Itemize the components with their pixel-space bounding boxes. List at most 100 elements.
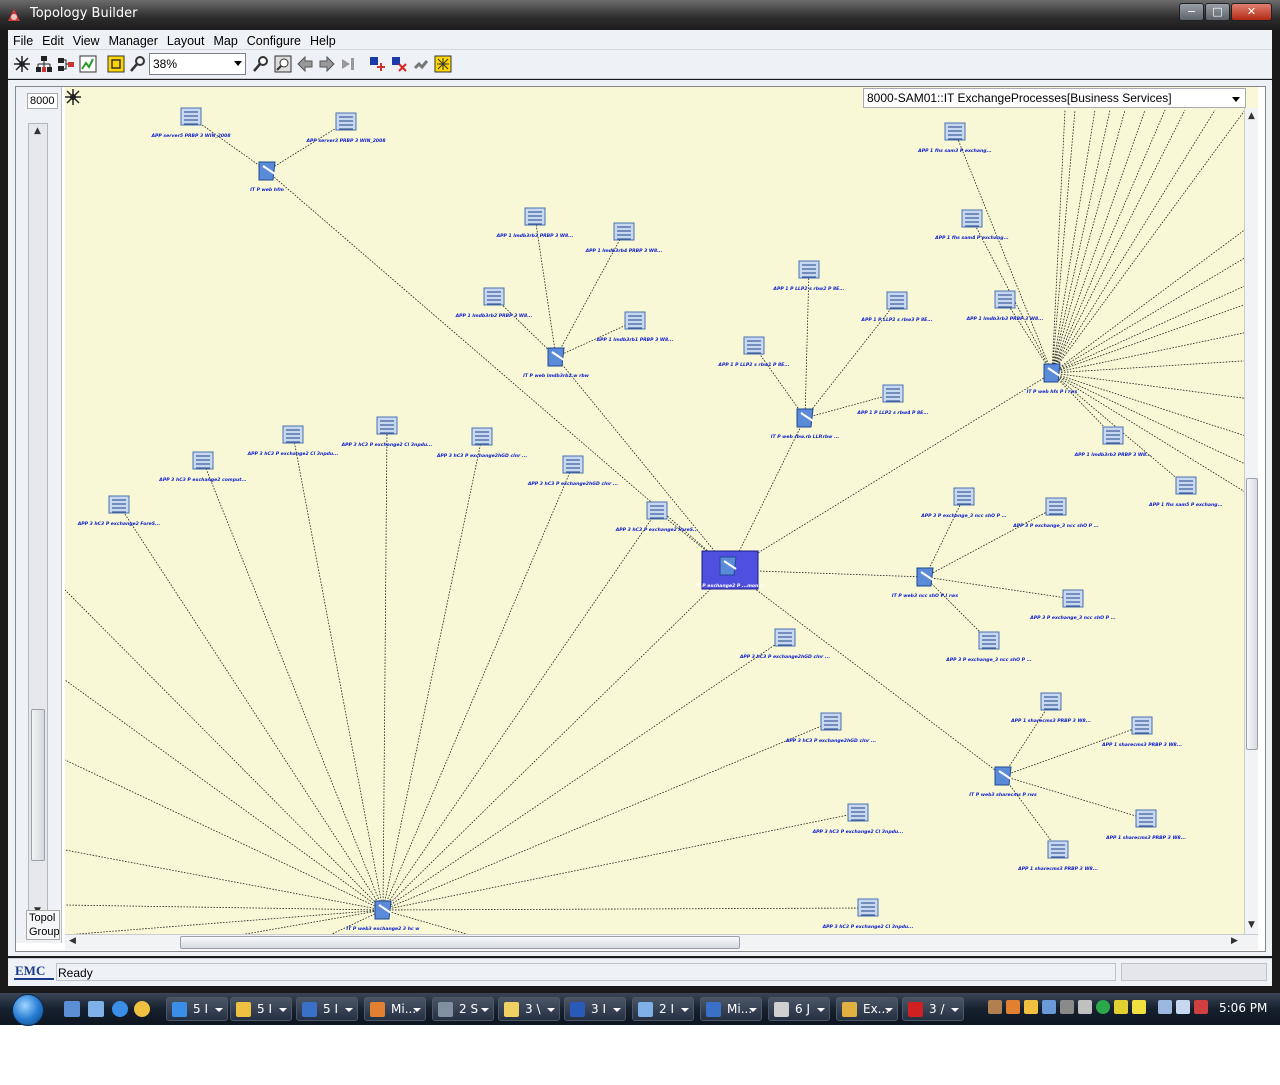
topology-icon[interactable] (13, 55, 31, 73)
link-icon[interactable] (412, 55, 430, 73)
application-node[interactable]: APP 1 lmdb3rb4 PRBP 3 W8... (585, 222, 663, 254)
application-node[interactable]: APP 1 lmdb3rb3 PRBP 3 W8... (966, 290, 1044, 322)
messenger-icon[interactable] (134, 1001, 150, 1017)
scroll-right-icon[interactable]: ▶ (1231, 936, 1238, 946)
tray-icon[interactable] (1096, 1000, 1110, 1014)
volume-icon[interactable] (1194, 1000, 1208, 1014)
application-node[interactable]: APP 3 hC3 P exchange2 ForeS... (615, 501, 699, 533)
tray-icon[interactable] (1060, 1000, 1074, 1014)
tray-icon[interactable] (1006, 1000, 1020, 1014)
application-node[interactable]: APP 3 hC3 P exchange2 Cl 3npdu... (341, 416, 433, 448)
left-scrollbar[interactable]: ▲ ▼ (28, 123, 48, 919)
center-node[interactable]: IT P exchange2 P ...monse (696, 550, 764, 590)
application-node[interactable]: APP 1 sharecms3 PRBP 3 W8... (1017, 840, 1098, 872)
process-node[interactable]: IT P web3 ncc shO P I rws (892, 567, 958, 599)
application-node[interactable]: APP 3 P exchange_3 ncc shO P ... (1012, 497, 1099, 529)
application-node[interactable]: APP 3 hC3 P exchange2hGD clnr ... (527, 455, 619, 487)
tray-icon[interactable] (1042, 1000, 1056, 1014)
scroll-thumb[interactable] (1246, 478, 1258, 750)
maximize-button[interactable]: □ (1205, 3, 1230, 21)
taskbar-button[interactable]: Mi... (364, 997, 426, 1021)
switch-windows-icon[interactable] (88, 1001, 104, 1017)
application-node[interactable]: APP 1 fhs sam5 P exchang... (1148, 476, 1223, 508)
fit-icon[interactable] (107, 55, 125, 73)
scroll-up-icon[interactable]: ▲ (34, 126, 41, 136)
process-node[interactable]: IT P web rbw.rb LLP.rbw ... (771, 408, 840, 440)
tray-icon[interactable] (1078, 1000, 1092, 1014)
taskbar-button[interactable]: 5 I (166, 997, 228, 1021)
tray-icon[interactable] (988, 1000, 1002, 1014)
application-node[interactable]: APP 1 P LLP2 s rbw4 P 8E... (856, 384, 929, 416)
network-icon[interactable] (1158, 1000, 1172, 1014)
delete-icon[interactable] (390, 55, 408, 73)
forward-icon[interactable] (318, 55, 336, 73)
topology-graph[interactable]: APP server5 PRBP 3 WIN_2008 APP server3 P… (65, 87, 1258, 937)
application-node[interactable]: APP 1 P LLP2 s rbw1 P 8E... (717, 336, 790, 368)
process-node[interactable]: IT P web3 sharecms P rws (969, 766, 1037, 798)
application-node[interactable]: APP 1 fhs sam4 P exchang... (934, 209, 1009, 241)
tray-icon[interactable] (1132, 1000, 1146, 1014)
scroll-down-icon[interactable]: ▼ (1248, 920, 1255, 930)
menu-manager[interactable]: Manager (104, 32, 162, 48)
close-button[interactable]: ✕ (1231, 3, 1272, 21)
application-node[interactable]: APP server3 PRBP 3 WIN_2008 (305, 112, 386, 144)
taskbar-button[interactable]: 5 I (296, 997, 358, 1021)
taskbar-button[interactable]: 2 I (632, 997, 694, 1021)
taskbar-button[interactable]: Mi... (700, 997, 762, 1021)
menu-view[interactable]: View (68, 32, 104, 48)
application-node[interactable]: APP 3 P exchange_3 ncc shO P ... (920, 487, 1007, 519)
topology-group-tab[interactable]: Topol Group (26, 910, 60, 940)
process-node[interactable]: IT P web hfs P I rws (1027, 363, 1078, 395)
application-node[interactable]: APP server5 PRBP 3 WIN_2008 (150, 107, 231, 139)
node-field[interactable]: 8000 (27, 93, 58, 109)
application-node[interactable]: APP 1 lmdb3rb2 PRBP 3 W8... (455, 287, 533, 319)
zoom-in-icon[interactable] (252, 55, 270, 73)
application-node[interactable]: APP 3 hC3 P exchange2hGD clnr ... (785, 712, 877, 744)
layout-icon[interactable] (64, 88, 82, 106)
back-icon[interactable] (296, 55, 314, 73)
show-desktop-icon[interactable] (64, 1001, 80, 1017)
application-node[interactable]: APP 3 P exchange_3 ncc shO P ... (945, 631, 1032, 663)
application-node[interactable]: APP 3 hC3 P exchange2hGD clnr ... (739, 628, 831, 660)
menu-layout[interactable]: Layout (162, 32, 209, 48)
find-icon[interactable] (129, 55, 147, 73)
scroll-left-icon[interactable]: ◀ (69, 936, 76, 946)
scroll-up-icon[interactable]: ▲ (1248, 111, 1255, 121)
menu-configure[interactable]: Configure (242, 32, 305, 48)
tray-icon[interactable] (1114, 1000, 1128, 1014)
internet-explorer-icon[interactable] (112, 1001, 128, 1017)
topology-canvas[interactable]: APP server5 PRBP 3 WIN_2008 APP server3 P… (65, 87, 1258, 937)
zoom-area-icon[interactable] (274, 55, 292, 73)
scroll-thumb[interactable] (31, 709, 45, 861)
application-node[interactable]: APP 1 lmdb3rb3 PRBP 3 W8... (496, 207, 574, 239)
application-node[interactable]: APP 1 lmdb3rb1 PRBP 3 W8... (596, 311, 674, 343)
zoom-select[interactable]: 38% (149, 53, 246, 75)
fit-page-icon[interactable] (434, 55, 452, 73)
process-node[interactable]: IT P web3 exchange2 3 hc w (346, 900, 420, 932)
minimize-button[interactable]: − (1179, 3, 1204, 21)
end-icon[interactable] (340, 55, 358, 73)
map-select[interactable]: 8000-SAM01::IT ExchangeProcesses[Busines… (863, 88, 1246, 108)
canvas-vertical-scrollbar[interactable]: ▲ ▼ (1244, 108, 1258, 934)
map-view-icon[interactable] (79, 55, 97, 73)
application-node[interactable]: APP 3 hC3 P exchange2 ForeS... (77, 495, 161, 527)
application-node[interactable]: APP 1 P LLP2 s rbw3 P 8E... (860, 291, 933, 323)
taskbar-button[interactable]: 2 S (432, 997, 494, 1021)
application-node[interactable]: APP 1 sharecms3 PRBP 3 W8... (1010, 692, 1091, 724)
process-node[interactable]: IT P web lmdb3rb2 w rbw (523, 347, 590, 379)
taskbar-button[interactable]: 6 J (768, 997, 830, 1021)
application-node[interactable]: APP 3 hC3 P exchange2 Cl 3npdu... (822, 898, 914, 930)
start-button[interactable] (12, 994, 44, 1026)
monitor-icon[interactable] (1176, 1000, 1190, 1014)
taskbar-button[interactable]: 3 I (564, 997, 626, 1021)
menu-edit[interactable]: Edit (37, 32, 68, 48)
application-node[interactable]: APP 1 P LLP2 s rbw2 P 8E... (772, 260, 845, 292)
process-node[interactable]: IT P web hfm (250, 161, 284, 193)
menu-help[interactable]: Help (305, 32, 340, 48)
tray-icon[interactable] (1024, 1000, 1038, 1014)
title-bar[interactable]: Topology Builder − □ ✕ (0, 0, 1280, 30)
application-node[interactable]: APP 1 sharecms3 PRBP 3 W8... (1105, 809, 1186, 841)
add-icon[interactable] (368, 55, 386, 73)
taskbar-button[interactable]: 3 / (902, 997, 964, 1021)
application-node[interactable]: APP 3 hC3 P exchange2hGD clnr ... (436, 427, 528, 459)
